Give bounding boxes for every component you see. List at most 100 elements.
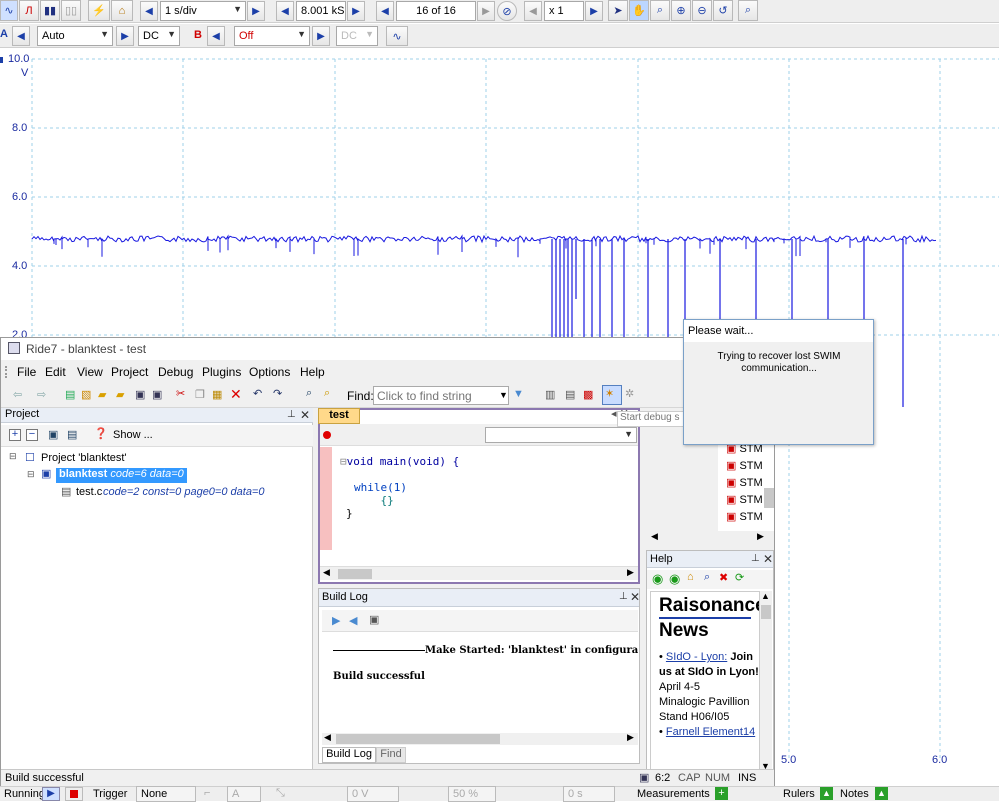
run-button[interactable]: ▶	[42, 787, 60, 801]
scope-view-icon[interactable]: ∿	[0, 0, 18, 21]
home-icon[interactable]: ⌂	[687, 571, 694, 583]
find-input[interactable]	[373, 386, 509, 405]
timebase-prev-button[interactable]: ◀	[140, 1, 158, 21]
scroll-left-icon[interactable]: ◀	[651, 531, 658, 542]
show-button[interactable]: Show ...	[113, 429, 153, 441]
capture-prev-button[interactable]: ◀	[376, 1, 394, 21]
channel-a-prev-button[interactable]: ◀	[12, 26, 30, 46]
function-select[interactable]: ▼	[485, 427, 637, 443]
open-folder-icon[interactable]: ▰	[98, 388, 106, 401]
samples-field[interactable]: 8.001 kS	[296, 1, 346, 21]
spectrum-view-icon[interactable]: Л	[19, 0, 39, 21]
zoom-in-icon[interactable]: ⊕	[671, 0, 691, 21]
add-measurement-button[interactable]: +	[715, 787, 728, 800]
compile-icon[interactable]: ▥	[545, 388, 555, 401]
prev-error-icon[interactable]: ◀	[349, 614, 357, 627]
menu-file[interactable]: File	[17, 365, 36, 379]
settings-icon[interactable]: ✲	[625, 387, 634, 400]
pin-icon[interactable]: ⊥	[287, 409, 296, 420]
project-root[interactable]: Project 'blanktest'	[41, 452, 127, 464]
menu-plugins[interactable]: Plugins	[202, 365, 241, 379]
trigger-channel-select[interactable]: A	[227, 786, 261, 802]
channel-a-coupling-select[interactable]: DC ▼	[138, 26, 180, 46]
list-item[interactable]: ▣ STM	[726, 459, 766, 472]
list-item[interactable]: ▣ STM	[726, 493, 766, 506]
scroll-left-icon[interactable]: ◀	[323, 567, 330, 578]
stop-build-icon[interactable]: ▩	[583, 388, 593, 401]
new-file-icon[interactable]: ▧	[81, 388, 91, 401]
copy-icon[interactable]: ❐	[195, 388, 205, 401]
menu-project[interactable]: Project	[111, 365, 148, 379]
list-item[interactable]: ▣ STM	[726, 476, 766, 489]
timebase-next-button[interactable]: ▶	[247, 1, 265, 21]
source-file-name[interactable]: test.c	[76, 486, 102, 498]
scroll-up-icon[interactable]: ▲	[761, 591, 770, 601]
clear-log-icon[interactable]: ▣	[369, 613, 379, 626]
collapse-icon[interactable]: −	[26, 429, 38, 442]
back-icon[interactable]: ⇦	[13, 388, 22, 401]
menu-view[interactable]: View	[77, 365, 103, 379]
editor-tab[interactable]: test	[318, 408, 360, 424]
channel-b-range-select[interactable]: Off ▼	[234, 26, 310, 46]
hand-tool-icon[interactable]: ✋	[629, 0, 649, 21]
trigger-mode-select[interactable]: None	[136, 786, 196, 802]
close-icon[interactable]: ✕	[763, 552, 773, 566]
zoom-fit-icon[interactable]: ⌕	[738, 0, 758, 21]
pin-icon[interactable]: ⊥	[751, 553, 760, 564]
expand-icon[interactable]: +	[9, 429, 21, 442]
stop-icon[interactable]: ✖	[719, 571, 728, 584]
open-file-icon[interactable]: ▰	[116, 388, 124, 401]
paste-icon[interactable]: ▦	[212, 388, 222, 401]
forward-icon[interactable]: ◉	[669, 571, 680, 587]
stop-button[interactable]	[65, 787, 83, 801]
close-icon[interactable]: ✕	[300, 408, 310, 422]
menu-edit[interactable]: Edit	[45, 365, 66, 379]
save-icon[interactable]: ▣	[135, 388, 145, 401]
tab-find[interactable]: Find	[376, 747, 406, 763]
trigger-edge-icon[interactable]: ⤡	[276, 787, 285, 800]
show-icon[interactable]: ❓	[94, 427, 108, 440]
tree-collapse-icon[interactable]: ⊟	[9, 451, 17, 462]
find-next-icon[interactable]: ▼	[513, 388, 524, 400]
channel-a-next-button[interactable]: ▶	[116, 26, 134, 46]
save-all-icon[interactable]: ▣	[152, 388, 162, 401]
items-hscrollbar[interactable]: ◀ ▶	[647, 531, 774, 545]
trigger-type-icon[interactable]: ⌐	[204, 787, 210, 799]
scroll-right-icon[interactable]: ▶	[757, 531, 764, 542]
list-item[interactable]: ▣ STM	[726, 510, 766, 523]
trigger-level-field[interactable]: 0 V	[347, 786, 399, 802]
rulers-toggle-button[interactable]: ▲	[820, 787, 833, 800]
zoom-next-button[interactable]: ▶	[585, 1, 603, 21]
menu-debug[interactable]: Debug	[158, 365, 193, 379]
persistence-icon[interactable]: ▯▯	[61, 0, 81, 21]
capture-field[interactable]: 16 of 16	[396, 1, 476, 21]
tree-collapse-icon[interactable]: ⊟	[27, 469, 35, 480]
back-icon[interactable]: ◉	[652, 571, 663, 587]
cut-icon[interactable]: ✂	[176, 387, 185, 400]
close-icon[interactable]: ✕	[630, 590, 640, 604]
menu-help[interactable]: Help	[300, 365, 325, 379]
menu-options[interactable]: Options	[249, 365, 290, 379]
pin-icon[interactable]: ⊥	[619, 591, 628, 602]
undo-icon[interactable]: ↶	[253, 387, 262, 400]
zoom-prev-button[interactable]: ◀	[524, 1, 542, 21]
zoom-out-icon[interactable]: ⊖	[692, 0, 712, 21]
notes-toggle-button[interactable]: ▲	[875, 787, 888, 800]
redo-icon[interactable]: ↷	[273, 387, 282, 400]
options-icon[interactable]: ▣	[48, 428, 58, 441]
scroll-thumb[interactable]	[764, 488, 774, 508]
new-project-icon[interactable]: ▤	[65, 388, 75, 401]
zoom-field[interactable]: x 1	[544, 1, 584, 21]
find-icon[interactable]: ⌕	[306, 387, 312, 400]
news-link[interactable]: SIdO - Lyon:	[666, 651, 727, 663]
next-error-icon[interactable]: ▶	[332, 614, 340, 627]
help-vscrollbar[interactable]: ▲ ▼	[760, 591, 772, 773]
chevron-down-icon[interactable]: ▼	[499, 390, 508, 400]
code-area[interactable]: ⊟void main(void) { while(1) {} }	[340, 455, 459, 520]
news-link[interactable]: Farnell Element14	[666, 726, 755, 738]
tab-build-log[interactable]: Build Log	[322, 747, 376, 763]
bar-chart-icon[interactable]: ▮▮	[40, 0, 60, 21]
compass-icon[interactable]: ⊘	[497, 1, 517, 21]
find-replace-icon[interactable]: ⌕	[324, 387, 330, 400]
samples-prev-button[interactable]: ◀	[276, 1, 294, 21]
